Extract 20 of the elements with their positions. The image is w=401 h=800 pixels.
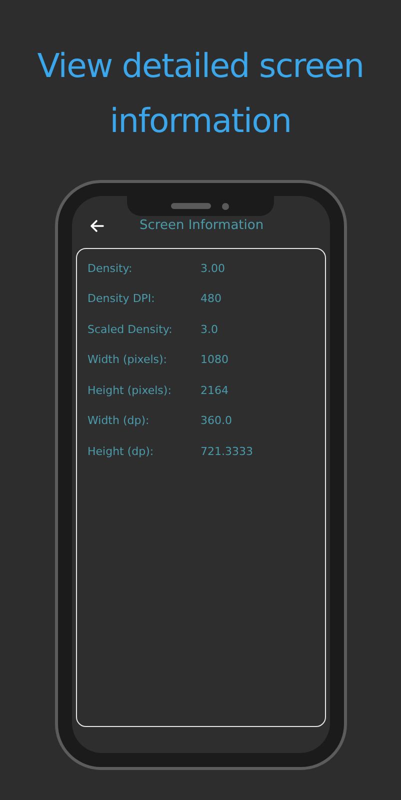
back-button[interactable]	[88, 217, 106, 235]
info-value: 3.0	[200, 322, 218, 338]
info-label: Width (dp):	[88, 413, 150, 429]
info-label: Width (pixels):	[88, 352, 168, 368]
info-label: Scaled Density:	[88, 322, 174, 338]
camera-icon	[222, 202, 229, 210]
info-label: Density DPI:	[88, 291, 156, 307]
info-value: 1080	[200, 352, 228, 368]
speaker-icon	[171, 203, 211, 209]
screen-title: Screen Information	[140, 217, 264, 236]
back-arrow-icon	[90, 219, 104, 233]
info-value: 3.00	[200, 260, 225, 276]
info-value: 721.3333	[200, 444, 253, 460]
info-label: Height (pixels):	[88, 382, 172, 398]
headline: View detailed screen information	[36, 45, 365, 142]
info-label: Density:	[88, 260, 134, 276]
info-value: 360.0	[200, 413, 232, 429]
info-value: 480	[200, 291, 222, 307]
info-label: Height (dp):	[88, 444, 155, 460]
info-value: 2164	[200, 382, 228, 398]
